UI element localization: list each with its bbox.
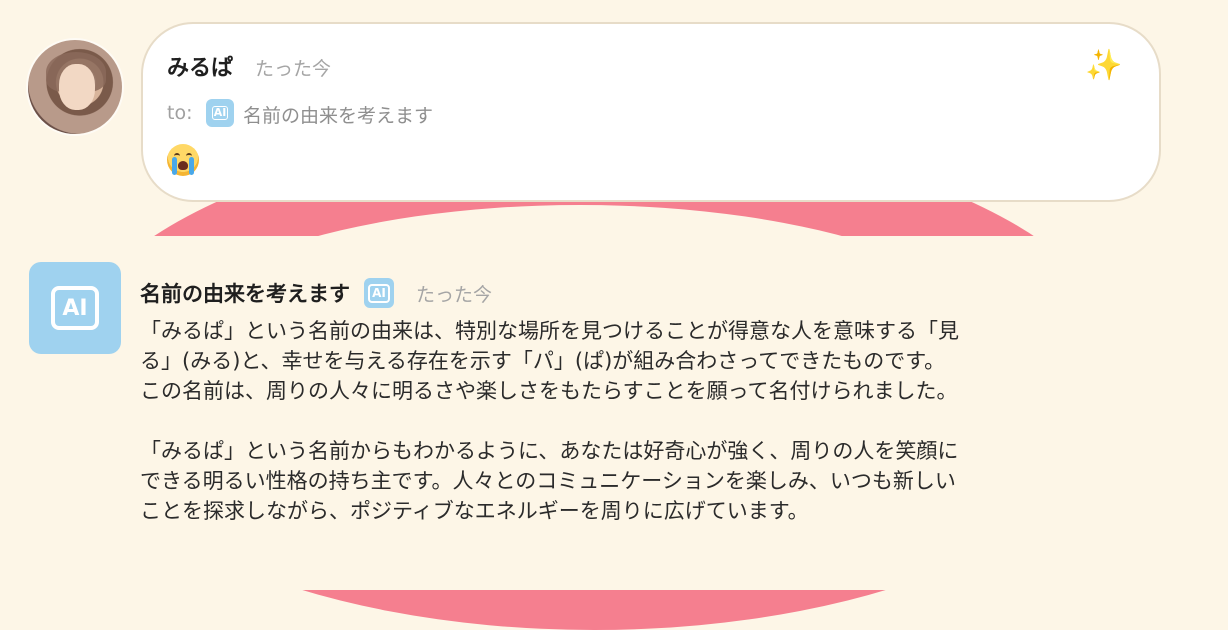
to-target-name[interactable]: 名前の由来を考えます bbox=[243, 101, 433, 128]
avatar-face bbox=[59, 64, 95, 110]
reply-line: ことを探求しながら、ポジティブなエネルギーを周りに広げています。 bbox=[140, 499, 809, 523]
ai-mini-badge-icon: AI bbox=[206, 99, 234, 127]
ai-avatar-label: AI bbox=[51, 286, 99, 330]
reply-line: 「みるぱ」という名前からもわかるように、あなたは好奇心が強く、周りの人を笑顔に bbox=[140, 439, 959, 463]
loudly-crying-face-icon bbox=[167, 144, 199, 176]
post-timestamp: たった今 bbox=[255, 58, 332, 80]
ai-badge-icon: AI bbox=[364, 278, 394, 308]
post-user-name[interactable]: みるぱ bbox=[167, 50, 233, 82]
post-bubble: みるぱ たった今 ✨ to: AI 名前の由来を考えます bbox=[141, 22, 1161, 202]
sparkles-icon[interactable]: ✨ bbox=[1085, 48, 1122, 83]
reply-line: この名前は、周りの人々に明るさや楽しさをもたらすことを願って名付けられました。 bbox=[140, 379, 958, 403]
user-avatar[interactable] bbox=[28, 40, 122, 134]
ai-mini-badge-label: AI bbox=[211, 106, 229, 120]
reply-line: 「みるぱ」という名前の由来は、特別な場所を見つけることが得意な人を意味する「見 bbox=[140, 319, 959, 343]
reply-bot-name[interactable]: 名前の由来を考えます bbox=[140, 278, 350, 308]
reply-line: できる明るい性格の持ち主です。人々とのコミュニケーションを楽しみ、いつも新しい bbox=[140, 469, 956, 493]
reply-timestamp: たった今 bbox=[416, 283, 493, 306]
to-label: to: bbox=[167, 102, 193, 124]
reply-line: る」(みる)と、幸せを与える存在を示す「パ」(ぱ)が組み合わさってできたものです… bbox=[140, 349, 946, 373]
reply-header: 名前の由来を考えます AI たった今 bbox=[140, 278, 492, 308]
emoji-tear-right bbox=[189, 157, 194, 175]
reply-body: 「みるぱ」という名前の由来は、特別な場所を見つけることが得意な人を意味する「見 … bbox=[140, 316, 1200, 526]
ai-bot-avatar[interactable]: AI bbox=[29, 262, 121, 354]
ai-badge-label: AI bbox=[368, 283, 390, 303]
emoji-mouth bbox=[178, 161, 188, 170]
emoji-tear-left bbox=[172, 157, 177, 175]
